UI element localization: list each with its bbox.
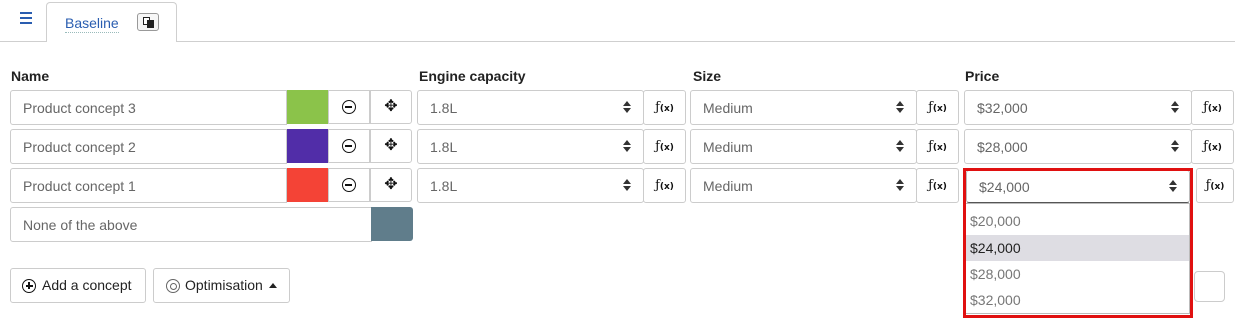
drag-handle[interactable]: ✥ [370, 90, 412, 124]
price-select[interactable]: $28,000 [964, 129, 1192, 164]
price-formula-button[interactable]: ƒ(x) [1191, 129, 1234, 164]
engine-formula-button[interactable]: ƒ(x) [643, 168, 686, 203]
remove-concept-button[interactable] [328, 129, 370, 163]
hamburger-icon [20, 12, 32, 14]
price-option[interactable]: $24,000 [966, 235, 1189, 261]
price-formula-button[interactable]: ƒ(x) [1196, 168, 1234, 203]
tab-bar-divider [0, 41, 1235, 42]
price-option[interactable]: $28,000 [966, 261, 1189, 287]
minus-circle-icon [342, 178, 356, 192]
move-icon: ✥ [384, 176, 398, 193]
none-color-swatch[interactable] [371, 207, 413, 241]
size-select[interactable]: Medium [690, 168, 917, 203]
remove-concept-button[interactable] [328, 168, 370, 202]
optimisation-button[interactable]: Optimisation [153, 268, 290, 303]
select-arrows-icon [896, 100, 904, 114]
concept-color-swatch[interactable] [287, 168, 328, 202]
move-icon: ✥ [384, 98, 398, 115]
caret-up-icon [269, 283, 277, 288]
minus-circle-icon [342, 100, 356, 114]
drag-handle[interactable]: ✥ [370, 168, 412, 202]
engine-formula-button[interactable]: ƒ(x) [643, 129, 686, 164]
price-dropdown-list[interactable]: $20,000 $24,000 $28,000 $32,000 [965, 203, 1190, 314]
header-name: Name [11, 68, 50, 84]
price-select[interactable]: $32,000 [964, 90, 1192, 125]
add-concept-button[interactable]: Add a concept [10, 268, 146, 303]
move-icon: ✥ [384, 137, 398, 154]
none-option-input[interactable]: None of the above [10, 207, 372, 242]
minus-circle-icon [342, 139, 356, 153]
price-option[interactable]: $32,000 [966, 287, 1189, 313]
engine-capacity-select[interactable]: 1.8L [417, 129, 644, 164]
engine-formula-button[interactable]: ƒ(x) [643, 90, 686, 125]
drag-handle[interactable]: ✥ [370, 129, 412, 163]
select-arrows-icon [623, 178, 631, 192]
concept-color-swatch[interactable] [287, 90, 328, 124]
size-select[interactable]: Medium [690, 129, 917, 164]
target-icon [166, 279, 180, 293]
engine-capacity-select[interactable]: 1.8L [417, 90, 644, 125]
concept-name-input[interactable]: Product concept 2 [10, 129, 287, 164]
select-arrows-icon [1169, 179, 1177, 193]
select-arrows-icon [1171, 100, 1179, 114]
tab-baseline[interactable]: Baseline [46, 2, 177, 42]
plus-circle-icon [22, 279, 36, 293]
size-select[interactable]: Medium [690, 90, 917, 125]
select-arrows-icon [623, 100, 631, 114]
concept-name-input[interactable]: Product concept 3 [10, 90, 287, 125]
menu-button[interactable] [20, 10, 36, 24]
price-select-open[interactable]: $24,000 [966, 170, 1190, 203]
size-formula-button[interactable]: ƒ(x) [916, 168, 959, 203]
select-arrows-icon [896, 139, 904, 153]
size-formula-button[interactable]: ƒ(x) [916, 90, 959, 125]
price-option[interactable]: $20,000 [966, 208, 1189, 234]
select-arrows-icon [1171, 139, 1179, 153]
engine-capacity-select[interactable]: 1.8L [417, 168, 644, 203]
hidden-button[interactable] [1194, 271, 1225, 302]
remove-concept-button[interactable] [328, 90, 370, 124]
copy-scenario-button[interactable] [137, 13, 159, 31]
size-formula-button[interactable]: ƒ(x) [916, 129, 959, 164]
concept-color-swatch[interactable] [287, 129, 328, 163]
select-arrows-icon [623, 139, 631, 153]
price-formula-button[interactable]: ƒ(x) [1191, 90, 1234, 125]
concept-name-input[interactable]: Product concept 1 [10, 168, 287, 203]
header-size: Size [693, 68, 722, 84]
tab-label[interactable]: Baseline [65, 15, 119, 33]
header-engine-capacity: Engine capacity [419, 68, 526, 84]
header-price: Price [965, 68, 1000, 84]
select-arrows-icon [896, 178, 904, 192]
